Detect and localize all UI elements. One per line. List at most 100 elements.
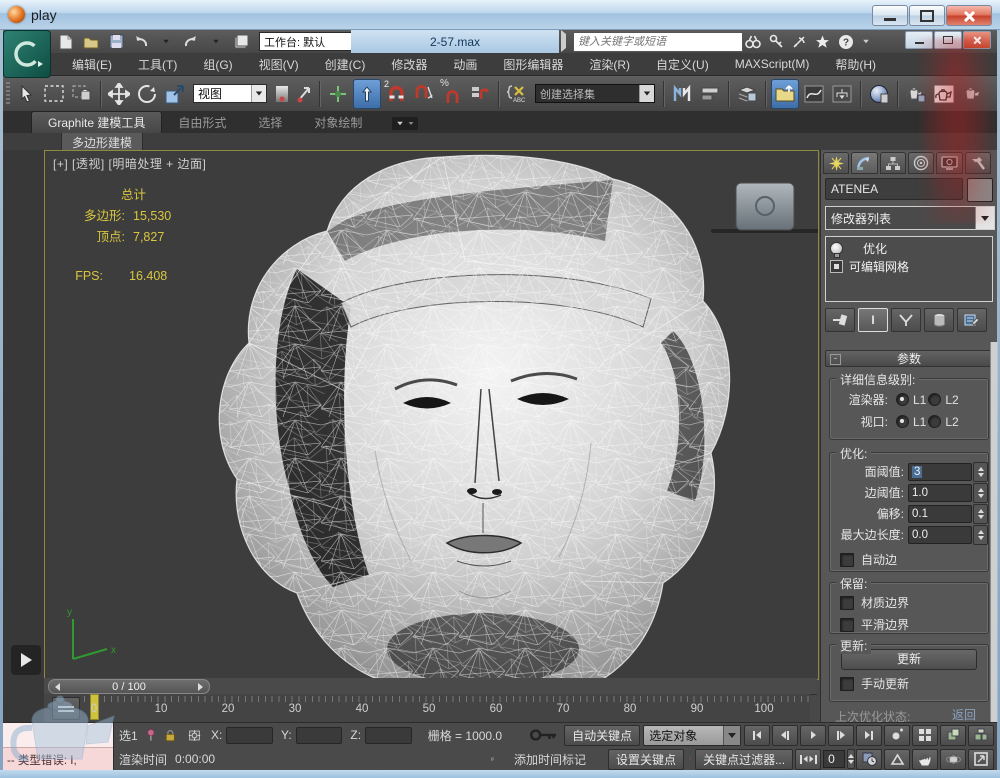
bias-spinner[interactable] bbox=[973, 504, 988, 524]
help-icon[interactable]: ? bbox=[838, 34, 854, 50]
subscription-key-icon[interactable] bbox=[769, 34, 784, 49]
face-threshold-spinner[interactable] bbox=[973, 462, 988, 482]
keyable-icon[interactable] bbox=[688, 751, 691, 767]
configure-modifier-sets-icon[interactable] bbox=[957, 308, 987, 332]
menu-group[interactable]: 组(G) bbox=[190, 56, 245, 73]
tab-modify-icon[interactable] bbox=[851, 152, 877, 174]
ribbon-tab-selection[interactable]: 选择 bbox=[242, 112, 298, 133]
coord-system-dropdown-icon[interactable] bbox=[251, 85, 266, 102]
menu-edit[interactable]: 编辑(E) bbox=[59, 56, 125, 73]
mirror-icon[interactable] bbox=[669, 80, 695, 108]
next-frame-button[interactable] bbox=[828, 725, 854, 746]
pan-view-hand-icon[interactable] bbox=[912, 749, 938, 770]
tab-display-icon[interactable] bbox=[936, 152, 962, 174]
minimize-button[interactable] bbox=[872, 5, 908, 26]
favorites-star-icon[interactable] bbox=[815, 35, 830, 49]
ribbon-tab-graphite[interactable]: Graphite 建模工具 bbox=[31, 111, 162, 133]
menu-graph-editors[interactable]: 图形编辑器 bbox=[490, 56, 576, 73]
track-bar[interactable]: 0 10 20 30 40 50 60 70 80 90 100 bbox=[44, 694, 810, 722]
copy-listener-icon[interactable] bbox=[491, 752, 494, 766]
edge-threshold-field[interactable]: 1.0 bbox=[908, 484, 972, 502]
selection-set-dropdown-icon[interactable] bbox=[639, 85, 654, 102]
smooth-boundary-checkbox[interactable] bbox=[840, 618, 854, 632]
curve-editor-icon[interactable] bbox=[801, 80, 827, 108]
project-folder-icon[interactable] bbox=[230, 32, 252, 51]
rollout-collapse-icon[interactable]: - bbox=[830, 354, 841, 365]
tab-motion-icon[interactable] bbox=[908, 152, 934, 174]
orbit-view-icon[interactable] bbox=[940, 749, 966, 770]
schematic-view-icon[interactable] bbox=[829, 80, 855, 108]
render-setup-icon[interactable] bbox=[903, 80, 929, 108]
keyboard-shortcut-override-icon[interactable] bbox=[325, 80, 351, 108]
parameters-rollout-header[interactable]: - 参数 bbox=[825, 350, 993, 367]
time-slider-track[interactable]: 0 / 100 bbox=[44, 678, 817, 695]
named-selection-set-combo[interactable]: 创建选择集 bbox=[535, 84, 655, 103]
set-key-button[interactable]: 设置关键点 bbox=[608, 749, 684, 770]
pin-stack-icon[interactable] bbox=[825, 308, 855, 332]
new-scene-icon[interactable] bbox=[55, 32, 77, 51]
next-frame-arrow-icon[interactable] bbox=[198, 683, 203, 691]
ribbon-minimize-icon[interactable] bbox=[392, 117, 418, 130]
time-slider-handle[interactable]: 0 / 100 bbox=[48, 679, 210, 694]
open-file-icon[interactable] bbox=[80, 32, 102, 51]
select-and-rotate-icon[interactable] bbox=[134, 80, 160, 108]
search-input[interactable] bbox=[574, 33, 742, 51]
material-boundary-checkbox[interactable] bbox=[840, 596, 854, 610]
show-end-result-icon[interactable]: I bbox=[858, 308, 888, 332]
maxscript-mini-listener[interactable]: -- 类型错误: I, bbox=[3, 723, 114, 771]
tab-create-icon[interactable] bbox=[823, 152, 849, 174]
y-coordinate-field[interactable] bbox=[296, 727, 343, 744]
search-binoculars-icon[interactable] bbox=[745, 35, 761, 49]
spinner-snap-toggle-icon[interactable] bbox=[467, 80, 493, 108]
previous-frame-button[interactable] bbox=[772, 725, 798, 746]
bias-field[interactable]: 0.1 bbox=[908, 505, 972, 523]
key-filters-grid-icon[interactable] bbox=[912, 725, 938, 746]
slate-object[interactable] bbox=[711, 183, 818, 233]
frame-spinner[interactable] bbox=[847, 749, 855, 769]
render-production-icon[interactable] bbox=[959, 80, 985, 108]
absolute-mode-transform-icon[interactable] bbox=[188, 728, 201, 743]
auto-key-button[interactable]: 自动关键点 bbox=[564, 725, 640, 746]
reference-coordinate-system[interactable]: 视图 bbox=[193, 84, 267, 103]
previous-frame-arrow-icon[interactable] bbox=[55, 683, 60, 691]
save-file-icon[interactable] bbox=[105, 32, 127, 51]
viewport-label[interactable]: [+] [透视] [明暗处理 + 边面] bbox=[53, 155, 206, 172]
time-configuration-icon[interactable] bbox=[856, 749, 882, 770]
infocenter-search[interactable] bbox=[573, 32, 743, 52]
x-coordinate-field[interactable] bbox=[226, 727, 273, 744]
stack-item-editable-mesh[interactable]: 可编辑网格 bbox=[826, 257, 992, 275]
help-dropdown-icon[interactable] bbox=[863, 40, 869, 44]
maximize-button[interactable] bbox=[909, 5, 945, 26]
select-and-move-icon[interactable] bbox=[106, 80, 132, 108]
selection-filter-arrow-icon[interactable] bbox=[723, 726, 740, 745]
select-and-scale-icon[interactable] bbox=[162, 80, 188, 108]
tab-utilities-icon[interactable] bbox=[965, 152, 991, 174]
zoom-viewport-icon[interactable] bbox=[940, 725, 966, 746]
rectangular-selection-region-icon[interactable] bbox=[41, 80, 67, 108]
undo-icon[interactable] bbox=[130, 32, 152, 51]
z-coordinate-field[interactable] bbox=[365, 727, 412, 744]
infocenter-expand-icon[interactable] bbox=[561, 34, 566, 48]
listener-macro-pane[interactable] bbox=[3, 723, 113, 748]
modifier-list-dropdown[interactable]: 修改器列表 bbox=[825, 206, 995, 230]
set-keys-key-icon[interactable] bbox=[530, 727, 558, 743]
select-by-name-icon[interactable] bbox=[69, 80, 95, 108]
menu-customize[interactable]: 自定义(U) bbox=[643, 56, 722, 73]
rendered-frame-window-icon[interactable] bbox=[931, 80, 957, 108]
key-mode-toggle-button[interactable] bbox=[795, 749, 821, 770]
object-name-field[interactable]: ATENEA bbox=[825, 178, 963, 200]
renderer-l2-radio[interactable] bbox=[928, 393, 941, 406]
ribbon-tab-object-paint[interactable]: 对象绘制 bbox=[298, 112, 378, 133]
manual-update-checkbox[interactable] bbox=[840, 677, 854, 691]
undo-dropdown-icon[interactable] bbox=[155, 32, 177, 51]
selection-lock-icon[interactable] bbox=[165, 728, 176, 743]
menu-views[interactable]: 视图(V) bbox=[246, 56, 312, 73]
viewport-l2-radio[interactable] bbox=[928, 415, 941, 428]
menu-maxscript[interactable]: MAXScript(M) bbox=[722, 57, 823, 71]
redo-icon[interactable] bbox=[180, 32, 202, 51]
add-time-tag[interactable]: 添加时间标记 bbox=[508, 751, 586, 768]
viewport-l1-radio[interactable] bbox=[896, 415, 909, 428]
zoom-extents-icon[interactable] bbox=[884, 749, 910, 770]
zoom-all-icon[interactable] bbox=[968, 725, 994, 746]
graphite-ribbon-toggle-icon[interactable] bbox=[771, 79, 799, 109]
